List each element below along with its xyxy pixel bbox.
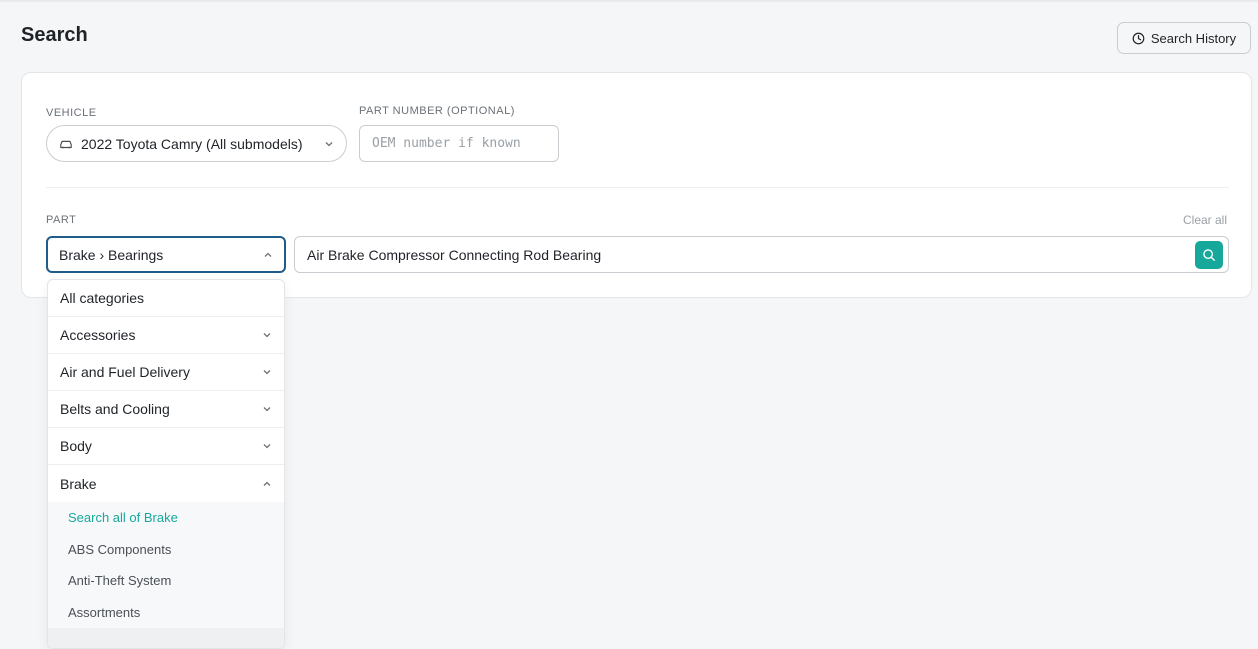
dropdown-item-label: Air and Fuel Delivery [60,364,190,380]
section-divider [46,187,1229,188]
chevron-down-icon [262,441,272,451]
dropdown-subitem-assortments[interactable]: Assortments [48,597,284,629]
brake-subcategory-list: Search all of Brake ABS Components Anti-… [48,502,284,648]
search-history-label: Search History [1150,30,1237,46]
dropdown-subitem-search-all-brake[interactable]: Search all of Brake [48,502,284,534]
page-title: Search [21,24,88,46]
vehicle-select-value: 2022 Toyota Camry (All submodels) [81,135,303,152]
category-dropdown: All categories Accessories Air and Fuel … [47,279,285,649]
dropdown-item-label: Body [60,438,92,454]
vehicle-select[interactable]: 2022 Toyota Camry (All submodels) [46,125,347,162]
dropdown-item-label: Accessories [60,327,136,343]
top-shadow [0,0,1258,3]
chevron-up-icon [263,250,273,260]
part-number-label: PART NUMBER (OPTIONAL) [359,105,515,117]
part-query-input[interactable] [295,237,1195,272]
clear-all-link[interactable]: Clear all [1183,213,1227,227]
dropdown-item-belts-cooling[interactable]: Belts and Cooling [48,391,284,428]
chevron-down-icon [262,367,272,377]
category-select-value: Brake › Bearings [59,246,164,263]
chevron-up-icon [262,479,272,489]
part-query-field [294,236,1229,273]
chevron-down-icon [262,404,272,414]
search-history-button[interactable]: Search History [1117,22,1251,54]
dropdown-item-air-fuel-delivery[interactable]: Air and Fuel Delivery [48,354,284,391]
category-select[interactable]: Brake › Bearings [46,236,286,273]
dropdown-subitem-abs-components[interactable]: ABS Components [48,534,284,566]
search-button[interactable] [1195,240,1223,269]
dropdown-subitem-anti-theft-system[interactable]: Anti-Theft System [48,565,284,597]
chevron-down-icon [324,139,334,149]
vehicle-label: VEHICLE [46,107,97,119]
dropdown-item-label: All categories [60,290,145,306]
dropdown-item-label: Brake [60,475,97,492]
search-card: VEHICLE 2022 Toyota Camry (All submodels… [21,72,1252,298]
dropdown-item-accessories[interactable]: Accessories [48,317,284,354]
dropdown-item-brake[interactable]: Brake [48,465,284,502]
dropdown-item-body[interactable]: Body [48,428,284,465]
search-icon [1202,248,1216,262]
clock-icon [1132,32,1145,45]
car-icon [59,138,73,150]
dropdown-item-label: Belts and Cooling [60,401,170,417]
chevron-down-icon [262,330,272,340]
dropdown-item-all-categories[interactable]: All categories [48,280,284,317]
part-number-input[interactable] [359,125,559,162]
part-label: PART [46,214,77,226]
